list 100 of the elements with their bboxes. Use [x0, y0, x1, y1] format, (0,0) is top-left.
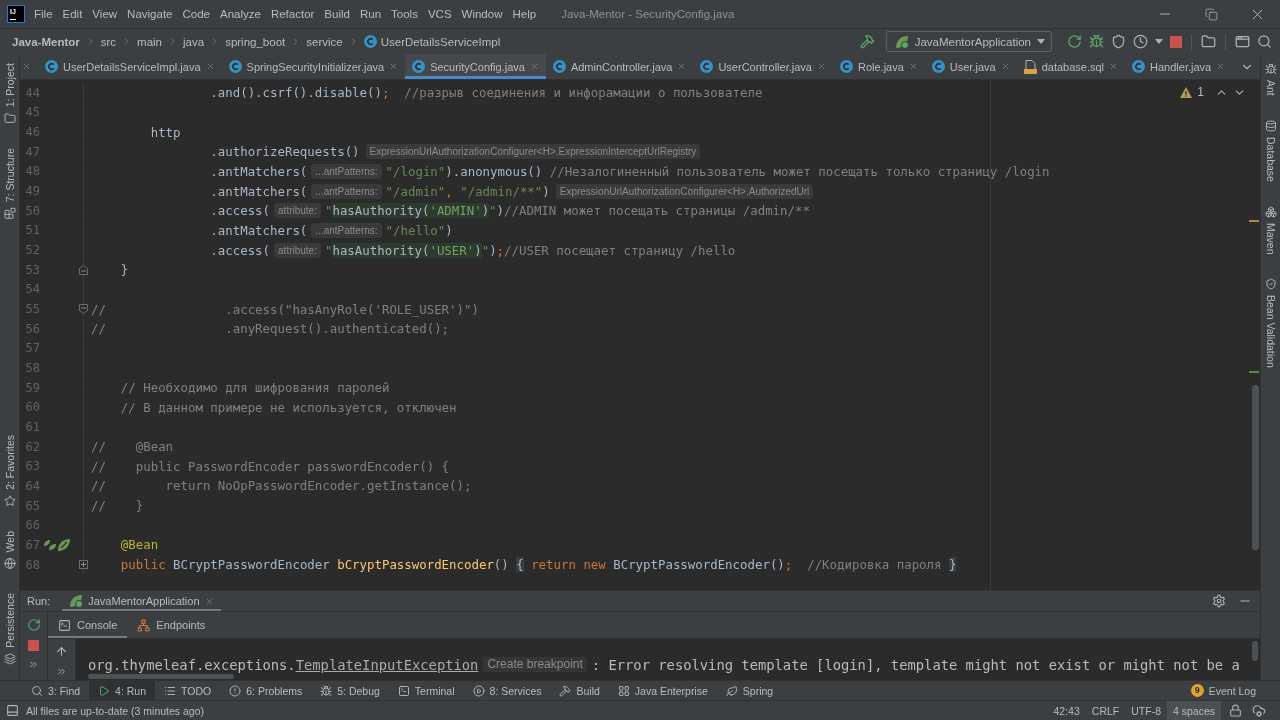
- lock-icon[interactable]: [1229, 704, 1242, 717]
- editor-tab[interactable]: UserController.java: [693, 54, 833, 79]
- double-chevron-icon[interactable]: [56, 666, 67, 677]
- window-icon[interactable]: [1235, 34, 1250, 49]
- cloud-gear-icon[interactable]: [1252, 703, 1266, 718]
- tool-window-button[interactable]: Maven: [1264, 200, 1277, 260]
- close-icon[interactable]: [816, 62, 826, 71]
- tool-window-button[interactable]: 2: Favorites: [3, 429, 16, 512]
- tool-window-button[interactable]: TODO: [155, 681, 221, 700]
- tool-window-button[interactable]: 5: Debug: [311, 681, 389, 700]
- menu-item[interactable]: Tools: [386, 8, 423, 20]
- leaf-icon[interactable]: [58, 538, 70, 551]
- hammer-icon[interactable]: [859, 34, 875, 49]
- line-separator[interactable]: CRLF: [1085, 701, 1126, 720]
- tool-window-button[interactable]: 1: Project: [3, 58, 16, 130]
- close-icon[interactable]: [204, 596, 214, 606]
- leaf-pair-icon[interactable]: [44, 538, 56, 551]
- run-tab[interactable]: JavaMentorApplication: [62, 591, 221, 611]
- fold-marker-icon[interactable]: [79, 264, 88, 275]
- menu-item[interactable]: File: [29, 8, 58, 20]
- menu-item[interactable]: Edit: [57, 8, 88, 20]
- tool-window-button[interactable]: Bean Validation: [1264, 273, 1277, 373]
- menu-item[interactable]: View: [87, 8, 123, 20]
- caret-icon[interactable]: [1155, 39, 1163, 44]
- close-icon[interactable]: [22, 62, 31, 71]
- editor-tab[interactable]: UserDetailsServiceImpl.java: [38, 54, 222, 79]
- tool-window-button[interactable]: 3: Find: [22, 681, 90, 700]
- bug-icon[interactable]: [1089, 34, 1104, 49]
- stop-icon[interactable]: [1170, 35, 1182, 48]
- menu-item[interactable]: Code: [177, 8, 215, 20]
- breadcrumb-item[interactable]: java: [183, 35, 205, 48]
- tool-window-button[interactable]: Java Enterprise: [608, 681, 717, 700]
- scrollbar-thumb[interactable]: [88, 674, 234, 679]
- clock-icon[interactable]: [1133, 34, 1148, 49]
- close-icon[interactable]: [908, 62, 918, 71]
- breadcrumb-item[interactable]: src: [100, 35, 117, 48]
- editor-tab[interactable]: database.sql: [1016, 54, 1126, 79]
- tool-window-button[interactable]: 8: Services: [463, 681, 551, 700]
- close-icon[interactable]: [1216, 62, 1226, 71]
- menu-item[interactable]: VCS: [422, 8, 457, 20]
- shield-icon[interactable]: [1111, 34, 1126, 49]
- circular-arrow-icon[interactable]: [26, 618, 41, 632]
- arrow-up-icon[interactable]: [55, 645, 68, 658]
- editor-tab[interactable]: SecurityConfig.java: [405, 54, 546, 79]
- editor-tab[interactable]: Handler.java: [1125, 54, 1233, 79]
- menu-item[interactable]: Refactor: [265, 8, 320, 20]
- tool-window-button[interactable]: Web: [3, 525, 16, 575]
- breadcrumb-item[interactable]: Java-Mentor: [12, 35, 80, 48]
- breadcrumb-item[interactable]: main: [137, 35, 163, 48]
- double-chevron-icon[interactable]: [28, 659, 39, 670]
- scrollbar-thumb[interactable]: [1252, 641, 1258, 661]
- close-icon[interactable]: [389, 62, 399, 71]
- warning-icon[interactable]: [1180, 86, 1193, 98]
- editor-tab[interactable]: SpringSecurityInitializer.java: [221, 54, 406, 79]
- menu-item[interactable]: Navigate: [122, 8, 178, 20]
- event-log-button[interactable]: 9 Event Log: [1190, 681, 1256, 700]
- tool-window-button[interactable]: Database: [1264, 114, 1277, 187]
- close-icon[interactable]: [677, 62, 687, 71]
- warning-count[interactable]: 1: [1197, 85, 1204, 99]
- caret-position[interactable]: 42:43: [1047, 701, 1086, 720]
- circular-arrow-icon[interactable]: [1067, 34, 1082, 49]
- line-number: 65: [24, 498, 40, 513]
- scrollbar-thumb[interactable]: [1252, 385, 1259, 550]
- close-icon[interactable]: [205, 62, 215, 71]
- tool-window-button[interactable]: Build: [550, 681, 609, 700]
- close-icon[interactable]: [1000, 62, 1010, 71]
- indent-setting[interactable]: 4 spaces: [1166, 701, 1221, 720]
- menu-item[interactable]: Analyze: [214, 8, 266, 20]
- run-configuration-dropdown[interactable]: JavaMentorApplication: [885, 31, 1052, 52]
- tool-window-button[interactable]: Terminal: [388, 681, 464, 700]
- panel-icon[interactable]: [6, 704, 19, 717]
- menu-item[interactable]: Run: [354, 8, 387, 20]
- fold-marker-icon[interactable]: [79, 304, 88, 315]
- menu-item[interactable]: Window: [456, 8, 508, 20]
- editor-tab[interactable]: User.java: [924, 54, 1017, 79]
- close-icon[interactable]: [1109, 62, 1119, 71]
- breadcrumb-item[interactable]: spring_boot: [225, 35, 286, 48]
- tool-window-button[interactable]: 4: Run: [89, 681, 156, 700]
- tool-window-button[interactable]: 7: Structure: [3, 143, 16, 225]
- menu-item[interactable]: Build: [319, 8, 355, 20]
- search-icon[interactable]: [1257, 34, 1272, 49]
- expand-marker-icon[interactable]: [79, 560, 88, 570]
- tool-window-button[interactable]: 6: Problems: [220, 681, 312, 700]
- exception-link[interactable]: TemplateInputException: [295, 656, 479, 673]
- caret-icon[interactable]: [1037, 39, 1045, 44]
- settings-icon[interactable]: [1212, 594, 1226, 608]
- breadcrumb-item[interactable]: service: [306, 35, 343, 48]
- console-tab[interactable]: Endpoints: [127, 612, 216, 638]
- console-tab[interactable]: Console: [48, 612, 128, 638]
- file-encoding[interactable]: UTF-8: [1125, 701, 1167, 720]
- editor-tab[interactable]: Role.java: [832, 54, 925, 79]
- folder-icon[interactable]: [1201, 34, 1216, 49]
- menu-item[interactable]: Help: [507, 8, 542, 20]
- tool-window-button[interactable]: Persistence: [3, 588, 16, 670]
- editor-tab[interactable]: AdminController.java: [545, 54, 694, 79]
- tool-window-button[interactable]: Ant: [1264, 58, 1277, 101]
- breakpoint-hint[interactable]: Create breakpoint: [483, 657, 587, 672]
- tool-window-button[interactable]: Spring: [716, 681, 783, 700]
- restore-icon[interactable]: [1204, 7, 1218, 21]
- breadcrumb-item[interactable]: UserDetailsServiceImpl: [363, 35, 501, 48]
